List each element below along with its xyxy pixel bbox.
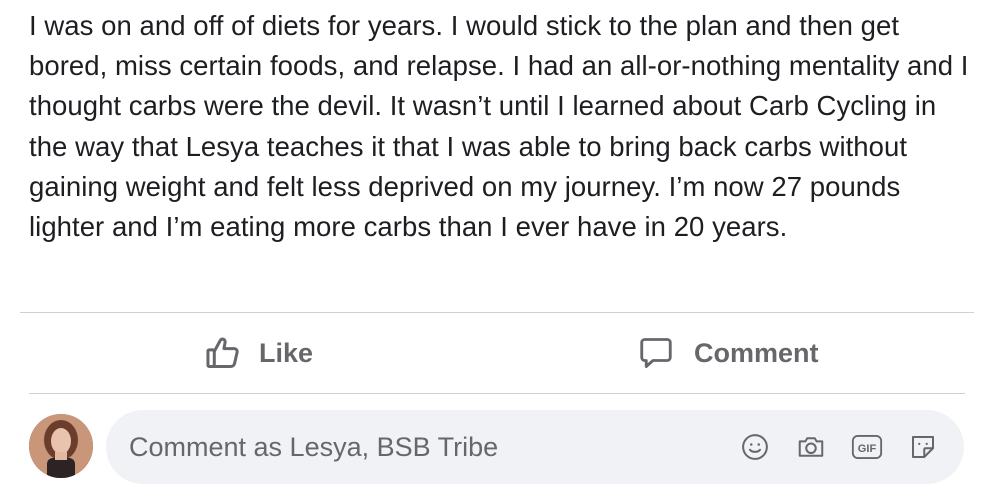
composer-icon-group: GIF: [716, 410, 940, 484]
divider: [29, 393, 965, 394]
sticker-icon[interactable]: [906, 430, 940, 464]
action-bar: Like Comment: [0, 313, 994, 393]
comment-composer: GIF: [106, 410, 964, 484]
smiley-icon[interactable]: [738, 430, 772, 464]
svg-text:GIF: GIF: [858, 443, 877, 455]
post-card: I was on and off of diets for years. I w…: [0, 0, 994, 500]
speech-bubble-icon: [636, 333, 676, 373]
post-body-text: I was on and off of diets for years. I w…: [29, 10, 969, 243]
gif-icon[interactable]: GIF: [850, 430, 884, 464]
like-button[interactable]: Like: [203, 333, 313, 373]
comment-button[interactable]: Comment: [636, 333, 819, 373]
camera-icon[interactable]: [794, 430, 828, 464]
comment-input[interactable]: [129, 410, 729, 484]
avatar[interactable]: [29, 414, 93, 478]
thumbs-up-icon: [203, 333, 243, 373]
comment-label: Comment: [694, 337, 819, 368]
like-label: Like: [259, 337, 314, 368]
